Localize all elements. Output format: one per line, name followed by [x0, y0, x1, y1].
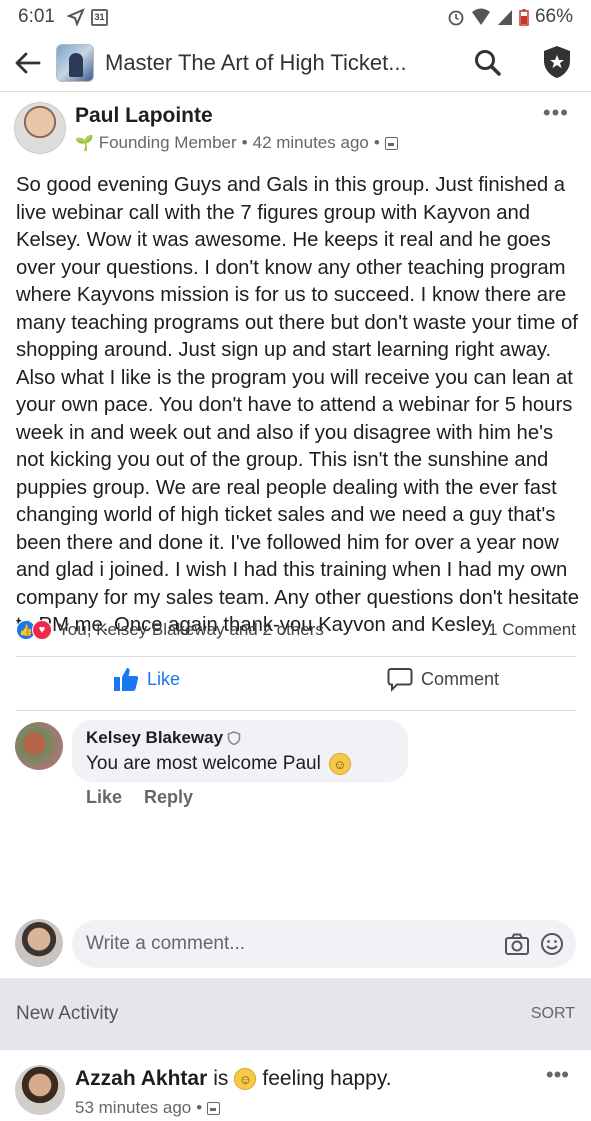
comment-bubble[interactable]: Kelsey Blakeway You are most welcome Pau… [72, 720, 408, 782]
comment-actions: Like Reply [86, 787, 193, 808]
meta-separator: • [241, 133, 248, 152]
post-time[interactable]: 53 minutes ago [75, 1098, 191, 1118]
user-avatar [15, 919, 63, 967]
status-time: 6:01 [18, 6, 55, 27]
wifi-icon [471, 8, 490, 25]
post-meta: 53 minutes ago • [75, 1098, 221, 1118]
divider [16, 710, 576, 711]
comment-reply-button[interactable]: Reply [144, 787, 193, 808]
signal-icon [497, 10, 512, 25]
comment-icon [387, 668, 413, 692]
battery-icon [519, 9, 529, 26]
sort-button[interactable]: SORT [531, 1005, 575, 1023]
comment-input[interactable]: Write a comment... [72, 920, 576, 968]
group-privacy-icon [207, 1101, 221, 1115]
post: Paul Lapointe 🌱 Founding Member • 42 min… [0, 92, 591, 636]
emoji-icon[interactable] [540, 932, 564, 956]
meta-separator: • [373, 133, 380, 152]
like-button[interactable]: Like [113, 666, 180, 692]
like-label: Like [147, 668, 181, 689]
post-author[interactable]: Azzah Akhtar [75, 1067, 207, 1091]
commenter-avatar[interactable] [15, 722, 63, 770]
comment-button[interactable]: Comment [387, 666, 499, 692]
founding-member-icon: 🌱 [75, 135, 94, 152]
camera-icon[interactable] [504, 932, 530, 956]
search-icon[interactable] [473, 48, 503, 78]
status-icons: 66% [447, 6, 573, 28]
new-activity-header: New Activity SORT [0, 978, 591, 1050]
comment-like-button[interactable]: Like [86, 787, 122, 808]
back-icon[interactable] [0, 34, 56, 92]
post-header: Paul Lapointe 🌱 Founding Member • 42 min… [0, 92, 591, 168]
app-bar: Master The Art of High Ticket... [0, 34, 591, 92]
post-meta: 🌱 Founding Member • 42 minutes ago • [75, 133, 398, 153]
more-options-icon[interactable]: ••• [543, 100, 569, 126]
thumbs-up-icon [114, 668, 139, 691]
avatar[interactable] [14, 102, 66, 154]
meta-separator: • [196, 1098, 203, 1117]
admin-shield-icon [227, 731, 241, 745]
commenter-name[interactable]: Kelsey Blakeway [86, 728, 223, 748]
battery-level: 66% [534, 6, 573, 27]
navigation-icon [66, 8, 85, 26]
feeling-text: feeling happy. [262, 1067, 392, 1090]
new-activity-title: New Activity [16, 1003, 119, 1024]
feeling-happy-icon: ☺ [234, 1068, 257, 1090]
comment-label: Comment [421, 668, 500, 689]
status-bar: 6:01 31 66% [0, 0, 591, 34]
more-options-icon[interactable]: ••• [546, 1062, 569, 1088]
post-actions: Like Comment [0, 657, 591, 709]
avatar[interactable] [15, 1065, 65, 1115]
comment-text-row: You are most welcome Paul ☺ [86, 753, 394, 775]
group-title[interactable]: Master The Art of High Ticket... [105, 50, 445, 76]
post-author-row: Azzah Akhtar is ☺ feeling happy. [75, 1067, 392, 1091]
member-badge[interactable]: Founding Member [99, 133, 237, 153]
group-thumbnail[interactable] [56, 43, 94, 82]
comment-input-placeholder: Write a comment... [86, 933, 246, 954]
alarm-icon [448, 10, 464, 26]
comment-text: You are most welcome Paul [86, 753, 321, 774]
calendar-icon: 31 [90, 8, 108, 26]
is-label: is [213, 1067, 229, 1090]
post-preview: Azzah Akhtar is ☺ feeling happy. 53 minu… [0, 1050, 591, 1121]
post-author[interactable]: Paul Lapointe [75, 104, 213, 128]
post-body: So good evening Guys and Gals in this gr… [16, 174, 580, 636]
comment-count[interactable]: 1 Comment [488, 620, 576, 640]
comment-composer: Write a comment... [0, 915, 591, 973]
post-time[interactable]: 42 minutes ago [253, 133, 369, 153]
group-privacy-icon [384, 136, 398, 150]
smile-emoji-icon: ☺ [328, 753, 351, 775]
love-reaction-icon: ♥ [32, 620, 52, 640]
commenter-name-row: Kelsey Blakeway [86, 728, 394, 748]
reactions-text: You, Kelsey Blakeway and 2 others [58, 620, 324, 639]
shield-icon[interactable] [542, 45, 572, 79]
reactions-summary[interactable]: 👍 ♥ You, Kelsey Blakeway and 2 others 1 … [16, 616, 576, 644]
